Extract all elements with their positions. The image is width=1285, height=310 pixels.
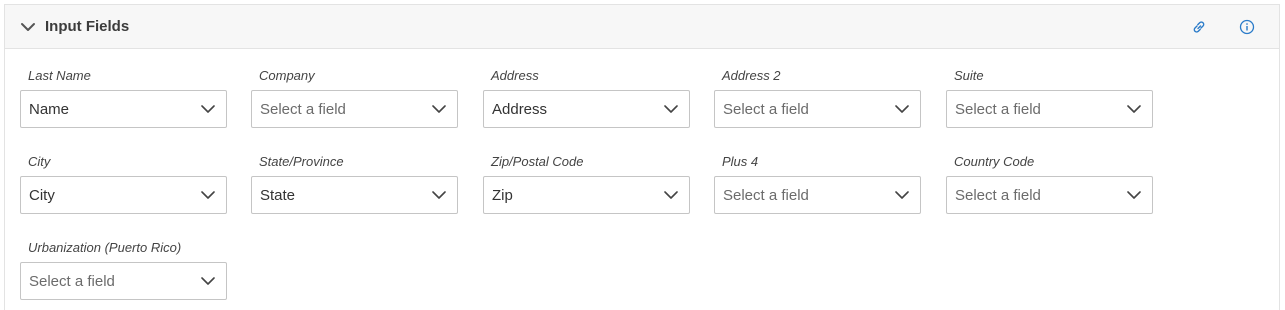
chevron-down-icon	[895, 191, 909, 199]
select-placeholder: Select a field	[723, 187, 809, 204]
field-label: Company	[259, 68, 315, 83]
chevron-down-icon	[664, 105, 678, 113]
link-icon[interactable]	[1191, 19, 1207, 35]
last-name-select[interactable]: Name	[20, 90, 227, 128]
chevron-down-icon	[201, 277, 215, 285]
field-address-2: Address 2 Select a field	[714, 68, 922, 128]
address-select[interactable]: Address	[483, 90, 690, 128]
select-value: State	[260, 187, 296, 204]
chevron-down-icon	[664, 191, 678, 199]
country-code-select[interactable]: Select a field	[946, 176, 1153, 214]
panel-header[interactable]: Input Fields	[5, 5, 1279, 49]
chevron-down-icon[interactable]	[20, 20, 36, 34]
suite-select[interactable]: Select a field	[946, 90, 1153, 128]
select-value: City	[29, 187, 55, 204]
field-label: Last Name	[28, 68, 91, 83]
info-icon[interactable]	[1239, 19, 1255, 35]
chevron-down-icon	[201, 191, 215, 199]
panel-title: Input Fields	[45, 18, 130, 35]
field-label: Urbanization (Puerto Rico)	[28, 240, 182, 255]
field-state-province: State/Province State	[251, 154, 459, 214]
field-label: Zip/Postal Code	[491, 154, 584, 169]
select-value: Address	[492, 101, 548, 118]
zip-postal-code-select[interactable]: Zip	[483, 176, 690, 214]
field-plus-4: Plus 4 Select a field	[714, 154, 922, 214]
city-select[interactable]: City	[20, 176, 227, 214]
field-last-name: Last Name Name	[20, 68, 228, 128]
field-suite: Suite Select a field	[946, 68, 1154, 128]
chevron-down-icon	[432, 191, 446, 199]
chevron-down-icon	[1127, 191, 1141, 199]
field-address: Address Address	[483, 68, 691, 128]
chevron-down-icon	[1127, 105, 1141, 113]
select-placeholder: Select a field	[723, 101, 809, 118]
field-urbanization: Urbanization (Puerto Rico) Select a fiel…	[20, 240, 228, 300]
select-placeholder: Select a field	[955, 101, 1041, 118]
company-select[interactable]: Select a field	[251, 90, 458, 128]
field-label: Country Code	[954, 154, 1035, 169]
select-placeholder: Select a field	[955, 187, 1041, 204]
state-province-select[interactable]: State	[251, 176, 458, 214]
field-label: Address 2	[722, 68, 781, 83]
chevron-down-icon	[201, 105, 215, 113]
select-value: Zip	[492, 187, 513, 204]
select-placeholder: Select a field	[260, 101, 346, 118]
field-label: Plus 4	[722, 154, 759, 169]
urbanization-select[interactable]: Select a field	[20, 262, 227, 300]
chevron-down-icon	[895, 105, 909, 113]
chevron-down-icon	[432, 105, 446, 113]
field-country-code: Country Code Select a field	[946, 154, 1154, 214]
select-value: Name	[29, 101, 70, 118]
field-zip-postal-code: Zip/Postal Code Zip	[483, 154, 691, 214]
address-2-select[interactable]: Select a field	[714, 90, 921, 128]
select-placeholder: Select a field	[29, 273, 115, 290]
field-label: Suite	[954, 68, 984, 83]
field-label: City	[28, 154, 51, 169]
field-label: State/Province	[259, 154, 344, 169]
plus-4-select[interactable]: Select a field	[714, 176, 921, 214]
field-city: City City	[20, 154, 228, 214]
field-company: Company Select a field	[251, 68, 459, 128]
field-label: Address	[491, 68, 539, 83]
